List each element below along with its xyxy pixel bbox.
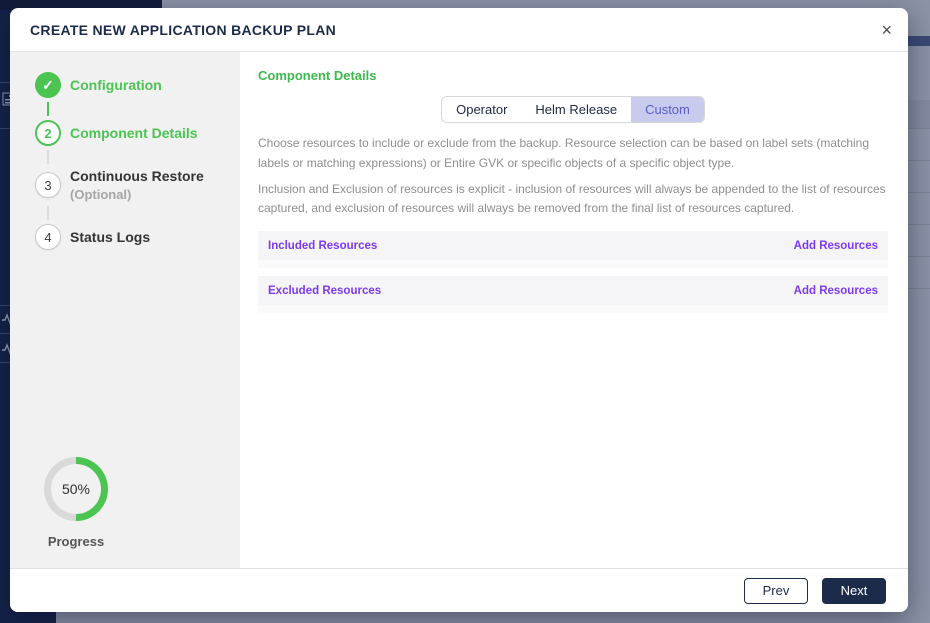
step-connector [47, 150, 49, 164]
description-paragraph: Choose resources to include or exclude f… [258, 136, 870, 170]
step-label: Continuous Restore [70, 168, 204, 184]
step-status-logs[interactable]: 4 Status Logs [35, 224, 240, 250]
excluded-resources-row: Excluded Resources Add Resources [258, 276, 888, 306]
content-heading: Component Details [258, 68, 377, 83]
modal-title: CREATE NEW APPLICATION BACKUP PLAN [30, 21, 337, 38]
step-label: Configuration [70, 77, 162, 93]
tab-helm-release[interactable]: Helm Release [521, 97, 631, 122]
prev-button[interactable]: Prev [744, 577, 808, 604]
step-sublabel: (Optional) [70, 187, 132, 202]
progress-percent: 50% [51, 464, 101, 514]
resource-sections: Included Resources Add Resources Exclude… [258, 231, 888, 314]
description-paragraph: Inclusion and Exclusion of resources is … [258, 181, 886, 216]
step-label: Component Details [70, 125, 198, 141]
check-icon: ✓ [35, 72, 61, 98]
step-number: 3 [35, 172, 61, 198]
progress-ring: 50% [44, 457, 108, 521]
step-connector [47, 206, 49, 220]
tab-operator[interactable]: Operator [442, 97, 521, 122]
step-number: 4 [35, 224, 61, 250]
modal-body: ✓ Configuration 2 Component Details 3 Co… [10, 52, 908, 568]
section-label: Included Resources [268, 239, 378, 252]
progress-indicator: 50% Progress [35, 457, 117, 549]
progress-label: Progress [47, 534, 105, 549]
tab-custom[interactable]: Custom [631, 97, 704, 122]
step-configuration[interactable]: ✓ Configuration [35, 72, 240, 98]
tabs-row: Operator Helm Release Custom [258, 96, 888, 123]
create-backup-plan-modal: CREATE NEW APPLICATION BACKUP PLAN × ✓ C… [10, 8, 908, 612]
step-label: Status Logs [70, 229, 151, 245]
close-icon[interactable]: × [881, 21, 892, 39]
step-continuous-restore[interactable]: 3 Continuous Restore (Optional) [35, 168, 240, 202]
included-resources-section: Included Resources Add Resources [258, 231, 888, 269]
add-excluded-resources-link[interactable]: Add Resources [794, 285, 878, 297]
step-component-details[interactable]: 2 Component Details [35, 120, 240, 146]
section-strip [258, 260, 888, 269]
section-label: Excluded Resources [268, 284, 382, 297]
next-button[interactable]: Next [822, 577, 886, 604]
wizard-stepper-panel: ✓ Configuration 2 Component Details 3 Co… [10, 52, 240, 568]
resource-type-tab-group: Operator Helm Release Custom [441, 96, 705, 123]
excluded-resources-section: Excluded Resources Add Resources [258, 276, 888, 314]
modal-header: CREATE NEW APPLICATION BACKUP PLAN × [10, 8, 908, 52]
add-included-resources-link[interactable]: Add Resources [794, 240, 878, 252]
step-number: 2 [35, 120, 61, 146]
section-strip [258, 305, 888, 314]
screen: CREATE NEW APPLICATION BACKUP PLAN × ✓ C… [0, 0, 930, 623]
step-connector [47, 102, 49, 116]
component-details-content: Component Details Operator Helm Release … [240, 52, 908, 568]
modal-footer: Prev Next [10, 568, 908, 612]
included-resources-row: Included Resources Add Resources [258, 231, 888, 261]
